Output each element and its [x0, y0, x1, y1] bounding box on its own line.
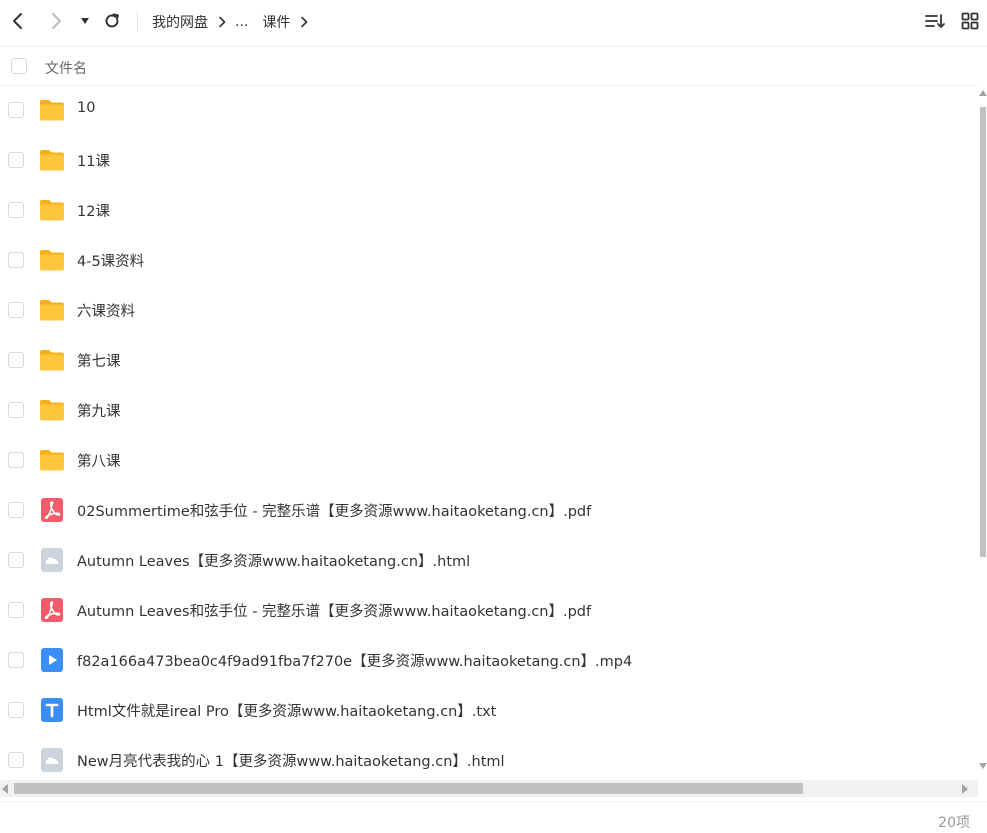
folder-icon [39, 198, 65, 222]
file-name[interactable]: New月亮代表我的心 1【更多资源www.haitaoketang.cn】.ht… [77, 750, 505, 771]
scroll-down-arrow-icon[interactable] [979, 763, 987, 769]
breadcrumb-item-collapsed[interactable]: ... [235, 14, 248, 30]
file-row[interactable]: Autumn Leaves【更多资源www.haitaoketang.cn】.h… [0, 535, 978, 585]
file-name[interactable]: 12课 [77, 200, 110, 221]
row-checkbox[interactable] [8, 252, 24, 268]
file-row[interactable]: New月亮代表我的心 1【更多资源www.haitaoketang.cn】.ht… [0, 735, 978, 780]
row-checkbox[interactable] [8, 452, 24, 468]
row-checkbox[interactable] [8, 552, 24, 568]
breadcrumb: 我的网盘 ... 课件 [152, 12, 317, 32]
row-checkbox[interactable] [8, 352, 24, 368]
forward-button[interactable] [45, 10, 67, 32]
row-checkbox[interactable] [8, 602, 24, 618]
sort-icon [925, 14, 945, 28]
item-count: 20项 [938, 815, 970, 831]
file-name[interactable]: 第八课 [77, 450, 121, 471]
row-checkbox[interactable] [8, 102, 24, 118]
file-row[interactable]: f82a166a473bea0c4f9ad91fba7f270e【更多资源www… [0, 635, 978, 685]
file-row[interactable]: 第九课 [0, 385, 978, 435]
row-checkbox[interactable] [8, 152, 24, 168]
pdf-file-icon [39, 598, 65, 622]
file-name[interactable]: 11课 [77, 150, 110, 171]
status-bar: 20项 [0, 801, 987, 833]
file-row[interactable]: 02Summertime和弦手位 - 完整乐谱【更多资源www.haitaoke… [0, 485, 978, 535]
folder-icon [39, 248, 65, 272]
grid-view-button[interactable] [959, 10, 981, 32]
folder-icon [39, 148, 65, 172]
sort-button[interactable] [924, 10, 946, 32]
chevron-right-icon [218, 16, 226, 28]
horizontal-scroll-thumb[interactable] [14, 783, 803, 794]
row-checkbox[interactable] [8, 302, 24, 318]
file-name[interactable]: Autumn Leaves【更多资源www.haitaoketang.cn】.h… [77, 550, 470, 571]
file-row[interactable]: Html文件就是ireal Pro【更多资源www.haitaoketang.c… [0, 685, 978, 735]
file-name[interactable]: 10 [77, 100, 95, 116]
row-checkbox[interactable] [8, 202, 24, 218]
row-checkbox[interactable] [8, 502, 24, 518]
row-checkbox[interactable] [8, 752, 24, 768]
file-row[interactable]: Autumn Leaves和弦手位 - 完整乐谱【更多资源www.haitaok… [0, 585, 978, 635]
file-row[interactable]: 六课资料 [0, 285, 978, 335]
name-column-header[interactable]: 文件名 [45, 58, 87, 78]
chevron-left-icon [13, 13, 22, 29]
chevron-right-icon [52, 13, 61, 29]
scroll-left-arrow-icon[interactable] [2, 784, 8, 794]
file-row[interactable]: 12课 [0, 185, 978, 235]
html-file-icon [39, 748, 65, 772]
toolbar: 我的网盘 ... 课件 [0, 0, 987, 44]
file-name[interactable]: Html文件就是ireal Pro【更多资源www.haitaoketang.c… [77, 700, 496, 721]
vertical-scroll-thumb[interactable] [980, 107, 986, 557]
file-name[interactable]: Autumn Leaves和弦手位 - 完整乐谱【更多资源www.haitaok… [77, 600, 591, 621]
file-name[interactable]: 六课资料 [77, 300, 135, 321]
breadcrumb-item-courseware[interactable]: 课件 [262, 12, 290, 32]
file-name[interactable]: 第七课 [77, 350, 121, 371]
back-button[interactable] [7, 10, 29, 32]
file-list: 10 11课 12课 4-5课资料 六课资料第七课第九课第八课 02Summertime和… [0, 85, 978, 780]
txt-file-icon [39, 698, 65, 722]
horizontal-scrollbar[interactable] [0, 780, 978, 797]
list-header: 文件名 [0, 46, 987, 86]
select-all-checkbox[interactable] [11, 58, 27, 74]
row-checkbox[interactable] [8, 402, 24, 418]
refresh-icon [105, 13, 119, 28]
scroll-right-arrow-icon[interactable] [962, 784, 968, 794]
file-name[interactable]: 第九课 [77, 400, 121, 421]
folder-icon [39, 98, 65, 122]
file-name[interactable]: 02Summertime和弦手位 - 完整乐谱【更多资源www.haitaoke… [77, 500, 591, 521]
folder-icon [39, 448, 65, 472]
html-file-icon [39, 548, 65, 572]
pdf-file-icon [39, 498, 65, 522]
folder-icon [39, 348, 65, 372]
video-file-icon [39, 648, 65, 672]
file-row[interactable]: 第八课 [0, 435, 978, 485]
caret-down-icon [81, 18, 89, 24]
row-checkbox[interactable] [8, 652, 24, 668]
chevron-right-icon [300, 16, 308, 28]
file-row[interactable]: 4-5课资料 [0, 235, 978, 285]
scroll-up-arrow-icon[interactable] [979, 90, 987, 96]
breadcrumb-item-my-drive[interactable]: 我的网盘 [152, 12, 208, 32]
file-row[interactable]: 11课 [0, 135, 978, 185]
file-name[interactable]: 4-5课资料 [77, 250, 144, 271]
refresh-button[interactable] [101, 10, 123, 32]
folder-icon [39, 398, 65, 422]
history-dropdown-button[interactable] [76, 10, 94, 32]
grid-view-icon [961, 12, 979, 30]
folder-icon [39, 298, 65, 322]
file-name[interactable]: f82a166a473bea0c4f9ad91fba7f270e【更多资源www… [77, 650, 632, 671]
row-checkbox[interactable] [8, 702, 24, 718]
toolbar-divider [137, 12, 138, 32]
vertical-scrollbar[interactable] [978, 85, 987, 780]
file-row[interactable]: 10 [0, 85, 978, 135]
file-row[interactable]: 第七课 [0, 335, 978, 385]
